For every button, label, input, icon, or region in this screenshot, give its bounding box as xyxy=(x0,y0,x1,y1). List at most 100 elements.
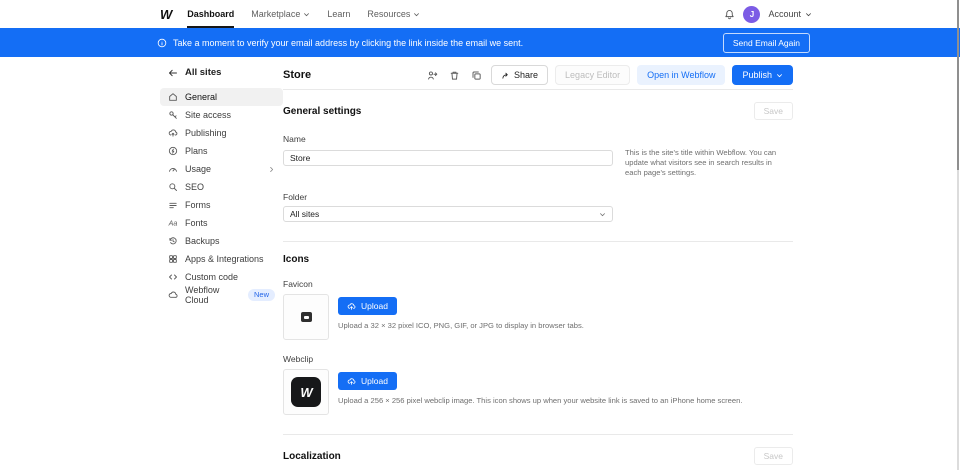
webclip-label: Webclip xyxy=(283,354,793,364)
share-arrow-icon xyxy=(501,71,510,80)
sidebar-item-site-access[interactable]: Site access xyxy=(160,106,283,124)
webflow-w-icon: W xyxy=(291,377,321,407)
nav-dashboard[interactable]: Dashboard xyxy=(187,0,234,28)
sidebar-item-fonts[interactable]: Aa Fonts xyxy=(160,214,283,232)
sidebar-item-label: Webflow Cloud xyxy=(185,285,238,305)
webclip-help-text: Upload a 256 × 256 pixel webclip image. … xyxy=(338,396,742,406)
sidebar-item-webflow-cloud[interactable]: Webflow Cloud New xyxy=(160,286,283,304)
nav-learn-label: Learn xyxy=(327,9,350,19)
site-title: Store xyxy=(283,69,311,81)
open-in-webflow-button[interactable]: Open in Webflow xyxy=(637,65,725,85)
sidebar-item-backups[interactable]: Backups xyxy=(160,232,283,250)
sidebar-item-forms[interactable]: Forms xyxy=(160,196,283,214)
duplicate-icon[interactable] xyxy=(469,68,484,83)
cloud-icon xyxy=(168,290,178,300)
sidebar-item-label: SEO xyxy=(185,182,204,192)
info-icon xyxy=(157,38,167,48)
chevron-right-icon xyxy=(268,166,275,173)
back-label: All sites xyxy=(185,67,221,78)
account-menu[interactable]: Account xyxy=(768,9,812,19)
folder-select-value: All sites xyxy=(290,209,319,219)
webflow-logo[interactable]: W xyxy=(160,7,171,22)
sidebar-item-label: Forms xyxy=(185,200,211,210)
sidebar-item-label: Site access xyxy=(185,110,231,120)
nav-marketplace-label: Marketplace xyxy=(251,9,300,19)
sidebar-item-usage[interactable]: Usage xyxy=(160,160,283,178)
history-icon xyxy=(168,236,178,246)
sidebar-item-label: General xyxy=(185,92,217,102)
publish-label: Publish xyxy=(742,70,772,80)
default-favicon-icon xyxy=(301,312,312,322)
nav-dashboard-label: Dashboard xyxy=(187,9,234,19)
settings-sidebar: All sites General Site access Publishing… xyxy=(160,63,283,470)
favicon-upload-button[interactable]: Upload xyxy=(338,297,397,315)
sidebar-item-seo[interactable]: SEO xyxy=(160,178,283,196)
gauge-icon xyxy=(168,164,178,174)
apps-grid-icon xyxy=(168,254,178,264)
notification-bell-icon[interactable] xyxy=(724,9,735,20)
nav-marketplace[interactable]: Marketplace xyxy=(251,0,310,28)
icons-section: Icons Favicon Upload Upload a 32 × 32 pi… xyxy=(283,242,793,435)
chevron-down-icon xyxy=(413,11,420,18)
key-icon xyxy=(168,110,178,120)
sidebar-item-plans[interactable]: Plans xyxy=(160,142,283,160)
sidebar-item-label: Plans xyxy=(185,146,208,156)
sidebar-item-label: Fonts xyxy=(185,218,208,228)
upload-cloud-icon xyxy=(347,377,356,386)
favicon-preview xyxy=(283,294,329,340)
trash-icon[interactable] xyxy=(447,68,462,83)
chevron-down-icon xyxy=(805,11,812,18)
chevron-down-icon xyxy=(599,211,606,218)
save-button[interactable]: Save xyxy=(754,447,793,465)
home-icon xyxy=(168,92,178,102)
section-title: Icons xyxy=(283,254,309,265)
section-title: General settings xyxy=(283,106,361,117)
nav-resources-label: Resources xyxy=(367,9,410,19)
folder-select[interactable]: All sites xyxy=(283,206,613,222)
search-icon xyxy=(168,182,178,192)
upload-label: Upload xyxy=(361,301,388,311)
scrollbar-thumb[interactable] xyxy=(957,0,959,170)
site-name-input[interactable] xyxy=(283,150,613,166)
chevron-down-icon xyxy=(303,11,310,18)
folder-label: Folder xyxy=(283,192,793,202)
account-label: Account xyxy=(768,9,801,19)
sidebar-item-general[interactable]: General xyxy=(160,88,283,106)
sidebar-item-label: Publishing xyxy=(185,128,227,138)
name-help-text: This is the site's title within Webflow.… xyxy=(625,148,788,178)
new-badge: New xyxy=(248,289,275,301)
back-to-all-sites[interactable]: All sites xyxy=(160,63,283,78)
save-button[interactable]: Save xyxy=(754,102,793,120)
code-icon xyxy=(168,272,178,282)
sidebar-item-label: Apps & Integrations xyxy=(185,254,264,264)
circled-bolt-icon xyxy=(168,146,178,156)
send-email-again-button[interactable]: Send Email Again xyxy=(723,33,810,53)
sidebar-item-custom-code[interactable]: Custom code xyxy=(160,268,283,286)
main-content: Store Share Legacy Editor Open in Webflo… xyxy=(283,63,793,470)
share-button[interactable]: Share xyxy=(491,65,548,85)
share-label: Share xyxy=(514,70,538,80)
sidebar-item-label: Custom code xyxy=(185,272,238,282)
sidebar-item-label: Usage xyxy=(185,164,211,174)
upload-cloud-icon xyxy=(347,302,356,311)
scrollbar-track xyxy=(957,170,959,470)
favicon-label: Favicon xyxy=(283,279,793,289)
webclip-upload-button[interactable]: Upload xyxy=(338,372,397,390)
webclip-preview: W xyxy=(283,369,329,415)
upload-label: Upload xyxy=(361,376,388,386)
avatar[interactable]: J xyxy=(743,6,760,23)
chevron-down-icon xyxy=(776,72,783,79)
name-label: Name xyxy=(283,134,793,144)
legacy-editor-button[interactable]: Legacy Editor xyxy=(555,65,630,85)
publish-button[interactable]: Publish xyxy=(732,65,793,85)
sidebar-item-apps-integrations[interactable]: Apps & Integrations xyxy=(160,250,283,268)
sidebar-item-publishing[interactable]: Publishing xyxy=(160,124,283,142)
nav-resources[interactable]: Resources xyxy=(367,0,420,28)
section-title: Localization xyxy=(283,451,341,462)
back-arrow-icon xyxy=(168,68,178,78)
nav-learn[interactable]: Learn xyxy=(327,0,350,28)
favicon-help-text: Upload a 32 × 32 pixel ICO, PNG, GIF, or… xyxy=(338,321,584,331)
sidebar-item-label: Backups xyxy=(185,236,220,246)
type-icon: Aa xyxy=(168,218,178,228)
transfer-site-icon[interactable] xyxy=(425,68,440,83)
